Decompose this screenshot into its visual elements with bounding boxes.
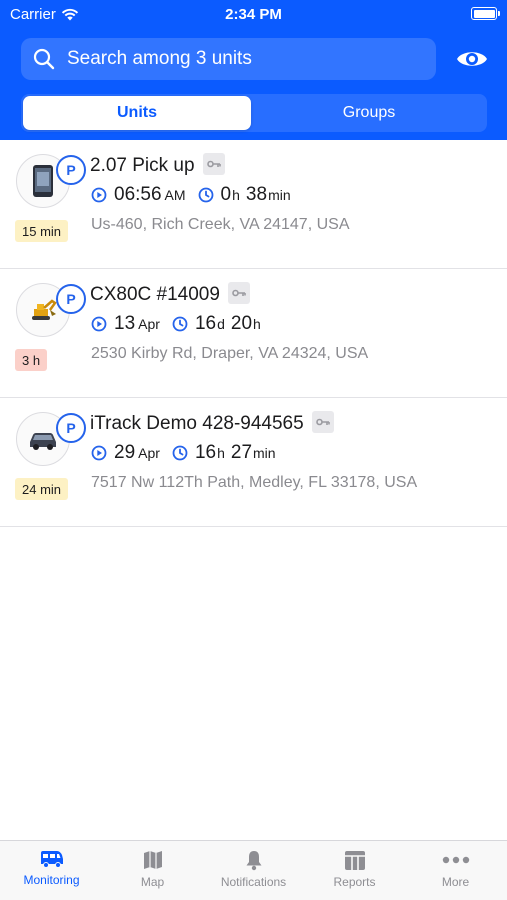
clock-icon — [172, 445, 188, 461]
duration-unit-2: min — [268, 187, 291, 203]
duration-unit-1: h — [217, 445, 225, 461]
last-update-badge: 3 h — [15, 349, 48, 371]
unit-address: 2530 Kirby Rd, Draper, VA 24324, USA — [91, 345, 369, 362]
last-message-time-unit: AM — [164, 187, 186, 203]
tab-reports[interactable]: Reports — [304, 849, 405, 889]
search-placeholder: Search among 3 units — [67, 48, 252, 69]
unit-name: iTrack Demo 428-944565 — [90, 411, 334, 435]
last-message-time: 29 — [114, 442, 136, 463]
key-icon — [311, 411, 334, 433]
map-icon — [143, 851, 162, 869]
status-bar: Carrier 2:34 PM — [0, 0, 507, 30]
tab-reports-label: Reports — [333, 875, 376, 889]
bell-icon — [246, 851, 261, 871]
unit-meta: 29 Apr 16 h 27 min — [91, 442, 276, 464]
visibility-toggle-button[interactable] — [455, 44, 489, 74]
duration-value-2: 27 — [230, 442, 253, 463]
unit-list: P 15 min 2.07 Pick up 06:56 AM 0h 38 min U… — [0, 140, 507, 527]
clock-icon — [172, 316, 188, 332]
duration-value-2: 20 — [230, 313, 253, 334]
unit-meta: 06:56 AM 0h 38 min — [91, 184, 291, 206]
key-icon — [202, 153, 225, 175]
unit-row[interactable]: P 15 min 2.07 Pick up 06:56 AM 0h 38 min U… — [0, 140, 507, 269]
unit-name: CX80C #14009 — [90, 282, 250, 306]
parking-badge: P — [56, 413, 86, 443]
play-circle-icon — [91, 445, 107, 461]
play-circle-icon — [91, 316, 107, 332]
tab-map[interactable]: Map — [102, 849, 203, 889]
last-message-time: 13 — [114, 313, 136, 334]
parking-badge: P — [56, 155, 86, 185]
play-circle-icon — [91, 187, 107, 203]
unit-address: 7517 Nw 112Th Path, Medley, FL 33178, US… — [91, 474, 418, 491]
duration-unit-2: min — [253, 445, 276, 461]
status-time: 2:34 PM — [225, 6, 282, 23]
tab-groups[interactable]: Groups — [253, 96, 485, 130]
duration-value-1: 16 — [194, 442, 217, 463]
tab-monitoring[interactable]: Monitoring — [1, 849, 102, 887]
reports-icon — [344, 851, 365, 870]
unit-name-text: CX80C #14009 — [90, 284, 220, 306]
tab-notifications[interactable]: Notifications — [203, 849, 304, 889]
tab-more-label: More — [441, 875, 470, 889]
parking-badge: P — [56, 284, 86, 314]
header: Carrier 2:34 PM Search among 3 units Uni… — [0, 0, 507, 140]
last-update-badge: 15 min — [15, 220, 69, 242]
unit-name: 2.07 Pick up — [90, 153, 225, 177]
tab-notifications-label: Notifications — [220, 875, 287, 889]
car-icon — [30, 433, 56, 450]
duration-value-1: 16 — [194, 313, 217, 334]
duration-unit-1: d — [217, 316, 225, 332]
unit-row[interactable]: P 24 min iTrack Demo 428-944565 29 Apr 16… — [0, 398, 507, 527]
bus-icon — [40, 851, 63, 868]
eye-icon — [457, 52, 487, 66]
unit-row[interactable]: P 3 h CX80C #14009 13 Apr 16 d 20 h 2530 Ki… — [0, 269, 507, 398]
segmented-control: Units Groups — [21, 94, 487, 132]
unit-name-text: 2.07 Pick up — [90, 155, 195, 177]
tab-monitoring-label: Monitoring — [23, 873, 80, 887]
duration-value-2: 38 — [245, 184, 268, 205]
search-icon — [33, 48, 55, 70]
tab-more[interactable]: More — [405, 849, 506, 889]
tab-map-label: Map — [140, 875, 165, 889]
battery-icon — [471, 7, 500, 20]
last-message-time: 06:56 — [114, 184, 162, 205]
tab-units[interactable]: Units — [23, 96, 251, 130]
duration-unit-1: h — [232, 187, 240, 203]
unit-name-text: iTrack Demo 428-944565 — [90, 413, 304, 435]
unit-meta: 13 Apr 16 d 20 h — [91, 313, 261, 335]
clock-icon — [198, 187, 214, 203]
search-input[interactable]: Search among 3 units — [21, 38, 436, 80]
last-message-time-unit: Apr — [138, 316, 160, 332]
last-message-time-unit: Apr — [138, 445, 160, 461]
duration-unit-2: h — [253, 316, 261, 332]
unit-address: Us-460, Rich Creek, VA 24147, USA — [91, 216, 350, 233]
excavator-icon — [32, 299, 57, 320]
more-icon — [442, 856, 469, 864]
duration-value-1: 0 — [220, 184, 232, 205]
tab-bar: Monitoring Map Notifications Reports Mor… — [0, 840, 507, 900]
key-icon — [227, 282, 250, 304]
last-update-badge: 24 min — [15, 478, 69, 500]
phone-icon — [33, 165, 53, 197]
